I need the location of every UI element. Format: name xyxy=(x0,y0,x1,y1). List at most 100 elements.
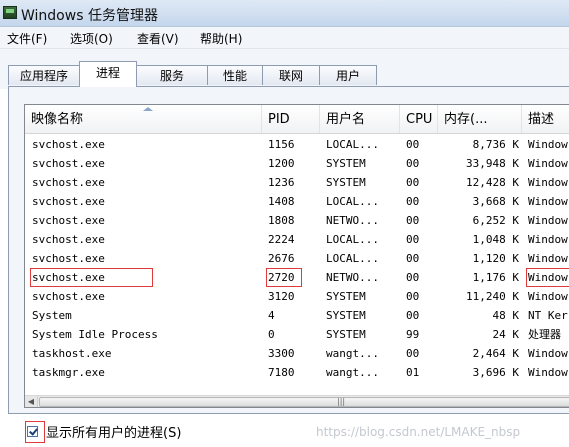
scroll-left-arrow-icon[interactable]: ◀ xyxy=(25,396,38,407)
table-row[interactable]: svchost.exe 2224 LOCAL... 00 1,048 K Window xyxy=(25,230,569,249)
process-name: svchost.exe xyxy=(32,252,105,265)
show-all-users-label: 显示所有用户的进程(S) xyxy=(46,425,182,441)
table-row[interactable]: svchost.exe 1408 LOCAL... 00 3,668 K Window xyxy=(25,192,569,211)
process-name: System Idle Process xyxy=(32,328,158,341)
process-memory: 2,464 K xyxy=(472,347,519,360)
process-name: svchost.exe xyxy=(30,268,153,287)
column-image-name-label: 映像名称 xyxy=(31,112,84,127)
process-description: Window xyxy=(528,347,568,360)
process-memory: 33,948 K xyxy=(466,157,519,170)
process-cpu: 00 xyxy=(406,233,420,246)
table-row[interactable]: svchost.exe 2676 LOCAL... 00 1,120 K Window xyxy=(25,249,569,268)
watermark: https://blog.csdn.net/LMAKE_nbsp xyxy=(316,425,521,439)
task-manager-icon xyxy=(3,6,17,19)
process-description: Window xyxy=(528,157,568,170)
process-list[interactable]: 映像名称 PID 用户名 CPU 内存(... 描述 svchost.exe 11… xyxy=(24,104,569,408)
tab-users[interactable]: 用户 xyxy=(319,65,377,85)
process-memory: 8,736 K xyxy=(472,138,519,151)
menu-file[interactable]: 文件(F) xyxy=(7,30,47,47)
tab-strip: 应用程序 进程 服务 性能 联网 用户 xyxy=(0,49,569,89)
menu-view[interactable]: 查看(V) xyxy=(137,30,179,47)
column-description[interactable]: 描述 xyxy=(522,105,569,133)
table-row[interactable]: System Idle Process 0 SYSTEM 99 24 K 处理器 xyxy=(25,325,569,344)
menu-help[interactable]: 帮助(H) xyxy=(200,30,242,47)
window-title: Windows 任务管理器 xyxy=(21,8,158,24)
process-pid: 4 xyxy=(268,309,275,322)
process-cpu: 00 xyxy=(406,290,420,303)
process-user: LOCAL... xyxy=(326,233,379,246)
process-description: NT Ker xyxy=(528,309,568,322)
process-memory: 48 K xyxy=(492,309,520,322)
tab-services[interactable]: 服务 xyxy=(136,65,208,85)
process-user: SYSTEM xyxy=(326,328,366,341)
column-cpu[interactable]: CPU xyxy=(400,105,438,133)
table-row[interactable]: System 4 SYSTEM 00 48 K NT Ker xyxy=(25,306,569,325)
process-cpu: 00 xyxy=(406,271,420,284)
table-row[interactable]: svchost.exe 1236 SYSTEM 00 12,428 K Window xyxy=(25,173,569,192)
tab-networking[interactable]: 联网 xyxy=(262,65,320,85)
tab-applications[interactable]: 应用程序 xyxy=(8,65,80,85)
table-row[interactable]: taskhost.exe 3300 wangt... 00 2,464 K Window xyxy=(25,344,569,363)
process-cpu: 00 xyxy=(406,157,420,170)
show-all-users-checkbox[interactable] xyxy=(27,425,38,437)
process-cpu: 00 xyxy=(406,347,420,360)
title-bar: Windows 任务管理器 xyxy=(0,0,569,27)
process-user: SYSTEM xyxy=(326,176,366,189)
process-cpu: 99 xyxy=(406,328,420,341)
process-pid: 1200 xyxy=(268,157,295,170)
menu-options[interactable]: 选项(O) xyxy=(70,30,113,47)
process-cpu: 00 xyxy=(406,214,420,227)
process-name: svchost.exe xyxy=(32,214,105,227)
process-description: Window xyxy=(528,176,568,189)
process-user: NETWO... xyxy=(326,214,379,227)
process-description: Window xyxy=(528,366,568,379)
process-cpu: 00 xyxy=(406,195,420,208)
process-user: SYSTEM xyxy=(326,309,366,322)
column-user-name[interactable]: 用户名 xyxy=(320,105,400,133)
process-memory: 3,668 K xyxy=(472,195,519,208)
table-row[interactable]: svchost.exe 3120 SYSTEM 00 11,240 K Window xyxy=(25,287,569,306)
process-name: svchost.exe xyxy=(32,233,105,246)
process-user: SYSTEM xyxy=(326,290,366,303)
column-memory[interactable]: 内存(... xyxy=(438,105,522,133)
column-pid[interactable]: PID xyxy=(262,105,320,133)
process-pid: 7180 xyxy=(268,366,295,379)
table-row[interactable]: svchost.exe 1156 LOCAL... 00 8,736 K Window xyxy=(25,135,569,154)
process-name: svchost.exe xyxy=(32,195,105,208)
process-memory: 12,428 K xyxy=(466,176,519,189)
sort-ascending-icon xyxy=(143,107,153,111)
process-memory: 1,048 K xyxy=(472,233,519,246)
horizontal-scrollbar[interactable]: ◀ ||| xyxy=(25,395,569,407)
show-all-users-option[interactable]: 显示所有用户的进程(S) xyxy=(27,423,182,441)
process-name: svchost.exe xyxy=(32,290,105,303)
table-row[interactable]: svchost.exe 2720 NETWO... 00 1,176 K Window xyxy=(25,268,569,287)
process-cpu: 01 xyxy=(406,366,420,379)
scrollbar-grip-icon: ||| xyxy=(337,397,346,406)
process-name: taskmgr.exe xyxy=(32,366,105,379)
process-user: LOCAL... xyxy=(326,138,379,151)
table-row[interactable]: taskmgr.exe 7180 wangt... 01 3,696 K Window xyxy=(25,363,569,382)
process-cpu: 00 xyxy=(406,309,420,322)
process-description: 处理器 xyxy=(528,328,561,341)
process-user: wangt... xyxy=(326,347,379,360)
process-name: taskhost.exe xyxy=(32,347,112,360)
table-row[interactable]: svchost.exe 1200 SYSTEM 00 33,948 K Window xyxy=(25,154,569,173)
scrollbar-thumb[interactable]: ||| xyxy=(39,397,569,407)
process-user: LOCAL... xyxy=(326,195,379,208)
tab-performance[interactable]: 性能 xyxy=(207,65,263,85)
process-memory: 24 K xyxy=(492,328,520,341)
table-row[interactable]: svchost.exe 1808 NETWO... 00 6,252 K Window xyxy=(25,211,569,230)
column-image-name[interactable]: 映像名称 xyxy=(25,105,262,133)
process-description: Window xyxy=(528,214,568,227)
tab-processes[interactable]: 进程 xyxy=(79,61,137,87)
process-pid: 2224 xyxy=(268,233,295,246)
process-name: svchost.exe xyxy=(32,157,105,170)
process-description: Window xyxy=(528,138,568,151)
process-cpu: 00 xyxy=(406,252,420,265)
process-description: Window xyxy=(528,195,568,208)
process-pid: 1156 xyxy=(268,138,295,151)
process-name: svchost.exe xyxy=(32,138,105,151)
process-pid: 2676 xyxy=(268,252,295,265)
process-user: SYSTEM xyxy=(326,157,366,170)
process-pid: 2720 xyxy=(266,268,302,287)
